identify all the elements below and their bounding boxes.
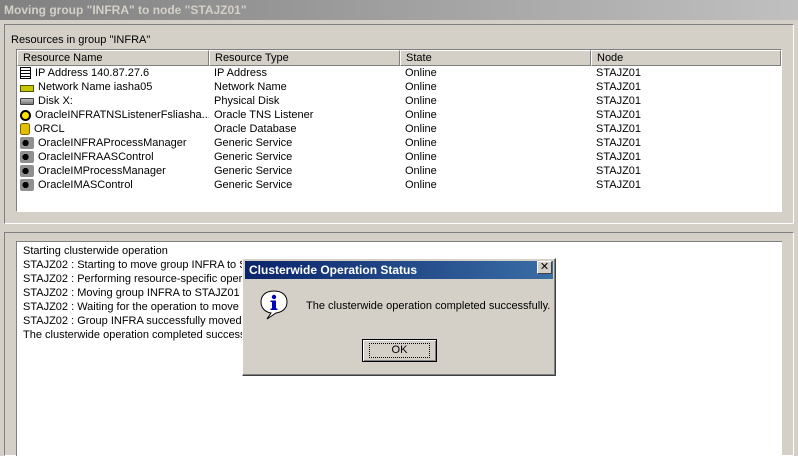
ok-button[interactable]: OK: [362, 339, 437, 362]
column-header-state[interactable]: State: [400, 50, 591, 66]
resource-name: OracleINFRAASControl: [38, 151, 154, 163]
resource-node: STAJZ01: [596, 109, 642, 121]
resources-list[interactable]: Resource Name Resource Type State Node I…: [16, 49, 782, 212]
table-row[interactable]: Network Name iasha05 Network Name Online ST…: [17, 80, 781, 94]
dialog-message: The clusterwide operation completed succ…: [306, 300, 551, 312]
close-icon[interactable]: ✕: [537, 261, 552, 274]
resource-node: STAJZ01: [596, 123, 642, 135]
generic-service-icon: [20, 179, 34, 191]
table-row[interactable]: OracleIMProcessManager Generic Service Onl…: [17, 164, 781, 178]
resource-type: IP Address: [214, 67, 267, 79]
resource-name: ORCL: [34, 123, 65, 135]
ok-button-label: OK: [368, 343, 431, 358]
resource-type: Generic Service: [214, 179, 293, 191]
resource-name: Disk X:: [38, 95, 73, 107]
resource-name: OracleIMASControl: [38, 179, 133, 191]
ip-address-icon: [20, 67, 31, 79]
database-icon: [20, 123, 30, 135]
resource-name: OracleINFRAProcessManager: [38, 137, 187, 149]
tns-listener-icon: [20, 109, 31, 121]
resource-name-cell: OracleINFRATNSListenerFsliasha...: [17, 108, 209, 122]
list-header: Resource Name Resource Type State Node: [17, 50, 781, 66]
table-row[interactable]: OracleIMASControl Generic Service Online ST…: [17, 178, 781, 192]
resource-name-cell: ORCL: [17, 122, 209, 136]
resource-name: OracleINFRATNSListenerFsliasha...: [35, 109, 209, 121]
resource-name: OracleIMProcessManager: [38, 165, 166, 177]
resource-state: Online: [405, 109, 437, 121]
resource-type: Generic Service: [214, 137, 293, 149]
table-row[interactable]: Disk X: Physical Disk Online STAJZ01: [17, 94, 781, 108]
column-header-node[interactable]: Node: [591, 50, 781, 66]
resource-state: Online: [405, 95, 437, 107]
resource-state: Online: [405, 165, 437, 177]
resource-node: STAJZ01: [596, 151, 642, 163]
resource-node: STAJZ01: [596, 165, 642, 177]
resource-state: Online: [405, 137, 437, 149]
resource-node: STAJZ01: [596, 81, 642, 93]
resource-node: STAJZ01: [596, 67, 642, 79]
resource-state: Online: [405, 151, 437, 163]
generic-service-icon: [20, 165, 34, 177]
dialog-title: Clusterwide Operation Status: [245, 261, 553, 279]
resource-state: Online: [405, 81, 437, 93]
resource-name-cell: OracleIMProcessManager: [17, 164, 209, 178]
table-row[interactable]: OracleINFRAProcessManager Generic Service…: [17, 136, 781, 150]
table-row[interactable]: OracleINFRAASControl Generic Service Onlin…: [17, 150, 781, 164]
resource-name-cell: OracleINFRAASControl: [17, 150, 209, 164]
generic-service-icon: [20, 137, 34, 149]
log-line: Starting clusterwide operation: [23, 245, 168, 257]
resource-state: Online: [405, 123, 437, 135]
resource-type: Network Name: [214, 81, 287, 93]
resource-type: Generic Service: [214, 151, 293, 163]
resource-name: IP Address 140.87.27.6: [35, 67, 150, 79]
window-title: Moving group "INFRA" to node "STAJZ01": [0, 0, 798, 20]
resource-type: Oracle TNS Listener: [214, 109, 314, 121]
table-row[interactable]: IP Address 140.87.27.6 IP Address Online ST…: [17, 66, 781, 80]
resource-type: Oracle Database: [214, 123, 297, 135]
network-name-icon: [20, 84, 34, 92]
resource-name-cell: Network Name iasha05: [17, 80, 209, 94]
resource-state: Online: [405, 179, 437, 191]
resource-name-cell: IP Address 140.87.27.6: [17, 66, 209, 80]
table-row[interactable]: OracleINFRATNSListenerFsliasha... Oracle …: [17, 108, 781, 122]
resources-group-label: Resources in group "INFRA": [11, 34, 151, 46]
information-icon: [259, 289, 289, 321]
resource-name-cell: OracleIMASControl: [17, 178, 209, 192]
status-dialog: Clusterwide Operation Status ✕ The clust…: [242, 258, 556, 376]
column-header-resource-type[interactable]: Resource Type: [209, 50, 400, 66]
resource-node: STAJZ01: [596, 137, 642, 149]
resource-name-cell: OracleINFRAProcessManager: [17, 136, 209, 150]
resource-node: STAJZ01: [596, 95, 642, 107]
table-row[interactable]: ORCL Oracle Database Online STAJZ01: [17, 122, 781, 136]
resource-state: Online: [405, 67, 437, 79]
resource-type: Generic Service: [214, 165, 293, 177]
resource-name: Network Name iasha05: [38, 81, 153, 93]
resource-type: Physical Disk: [214, 95, 280, 107]
resource-node: STAJZ01: [596, 179, 642, 191]
disk-icon: [20, 97, 34, 105]
column-header-resource-name[interactable]: Resource Name: [17, 50, 209, 66]
generic-service-icon: [20, 151, 34, 163]
resource-name-cell: Disk X:: [17, 94, 209, 108]
